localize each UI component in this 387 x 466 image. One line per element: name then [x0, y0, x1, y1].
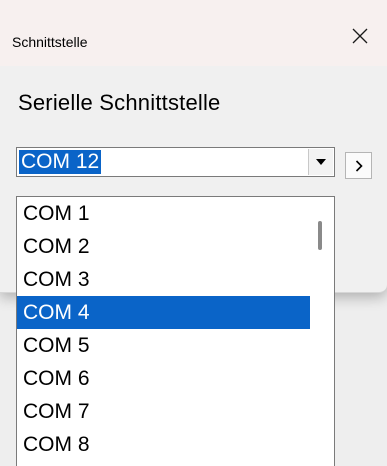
close-button[interactable] [332, 14, 387, 58]
next-button[interactable] [345, 152, 372, 179]
list-item-com-8[interactable]: COM 8 [17, 428, 310, 461]
chevron-right-icon [355, 159, 363, 172]
list-item-com-2[interactable]: COM 2 [17, 230, 310, 263]
combobox-selected-value[interactable]: COM 12 [19, 150, 102, 174]
list-item-com-1[interactable]: COM 1 [17, 197, 310, 230]
list-item-com-6[interactable]: COM 6 [17, 362, 310, 395]
dropdown-arrow-icon [316, 159, 326, 165]
close-icon [352, 28, 367, 44]
dropdown-scrollbar[interactable] [310, 197, 334, 466]
scrollbar-thumb[interactable] [318, 221, 322, 250]
port-dropdown-list[interactable]: COM 1 COM 2 COM 3 COM 4 COM 5 COM 6 COM … [16, 196, 335, 466]
interface-heading: Serielle Schnittstelle [18, 90, 221, 115]
list-item-com-3[interactable]: COM 3 [17, 263, 310, 296]
window-title: Schnittstelle [12, 34, 88, 50]
page: Schnittstelle Serielle Schnittstelle COM… [0, 0, 387, 466]
combobox-dropdown-button[interactable] [308, 149, 333, 175]
title-bar: Schnittstelle [0, 0, 387, 66]
list-item-com-5[interactable]: COM 5 [17, 329, 310, 362]
port-combobox[interactable]: COM 12 [16, 147, 335, 177]
list-item-com-4[interactable]: COM 4 [17, 296, 310, 329]
list-item-com-7[interactable]: COM 7 [17, 395, 310, 428]
